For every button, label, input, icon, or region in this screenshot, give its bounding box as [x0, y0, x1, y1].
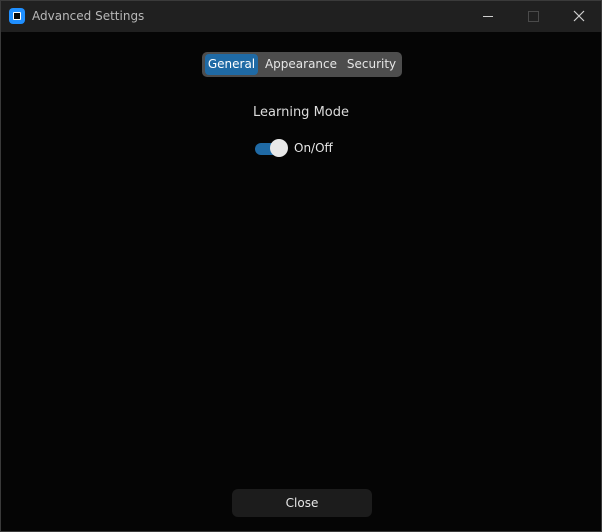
app-icon — [9, 8, 25, 24]
tab-bar: General Appearance Security — [202, 52, 402, 77]
maximize-button[interactable] — [510, 1, 556, 32]
tab-general[interactable]: General — [205, 54, 258, 75]
close-icon — [573, 10, 585, 22]
close-button[interactable]: Close — [232, 489, 372, 517]
close-window-button[interactable] — [556, 1, 602, 32]
window-title: Advanced Settings — [32, 9, 145, 23]
settings-window: Advanced Settings General Appearance Sec… — [0, 0, 602, 532]
tab-appearance[interactable]: Appearance — [262, 54, 340, 75]
toggle-knob — [270, 139, 288, 157]
tab-security[interactable]: Security — [344, 54, 399, 75]
learning-mode-toggle[interactable] — [255, 139, 289, 159]
title-bar[interactable]: Advanced Settings — [1, 1, 601, 32]
learning-mode-label: Learning Mode — [253, 105, 349, 120]
toggle-label[interactable]: On/Off — [294, 141, 333, 155]
minimize-button[interactable] — [464, 1, 510, 32]
